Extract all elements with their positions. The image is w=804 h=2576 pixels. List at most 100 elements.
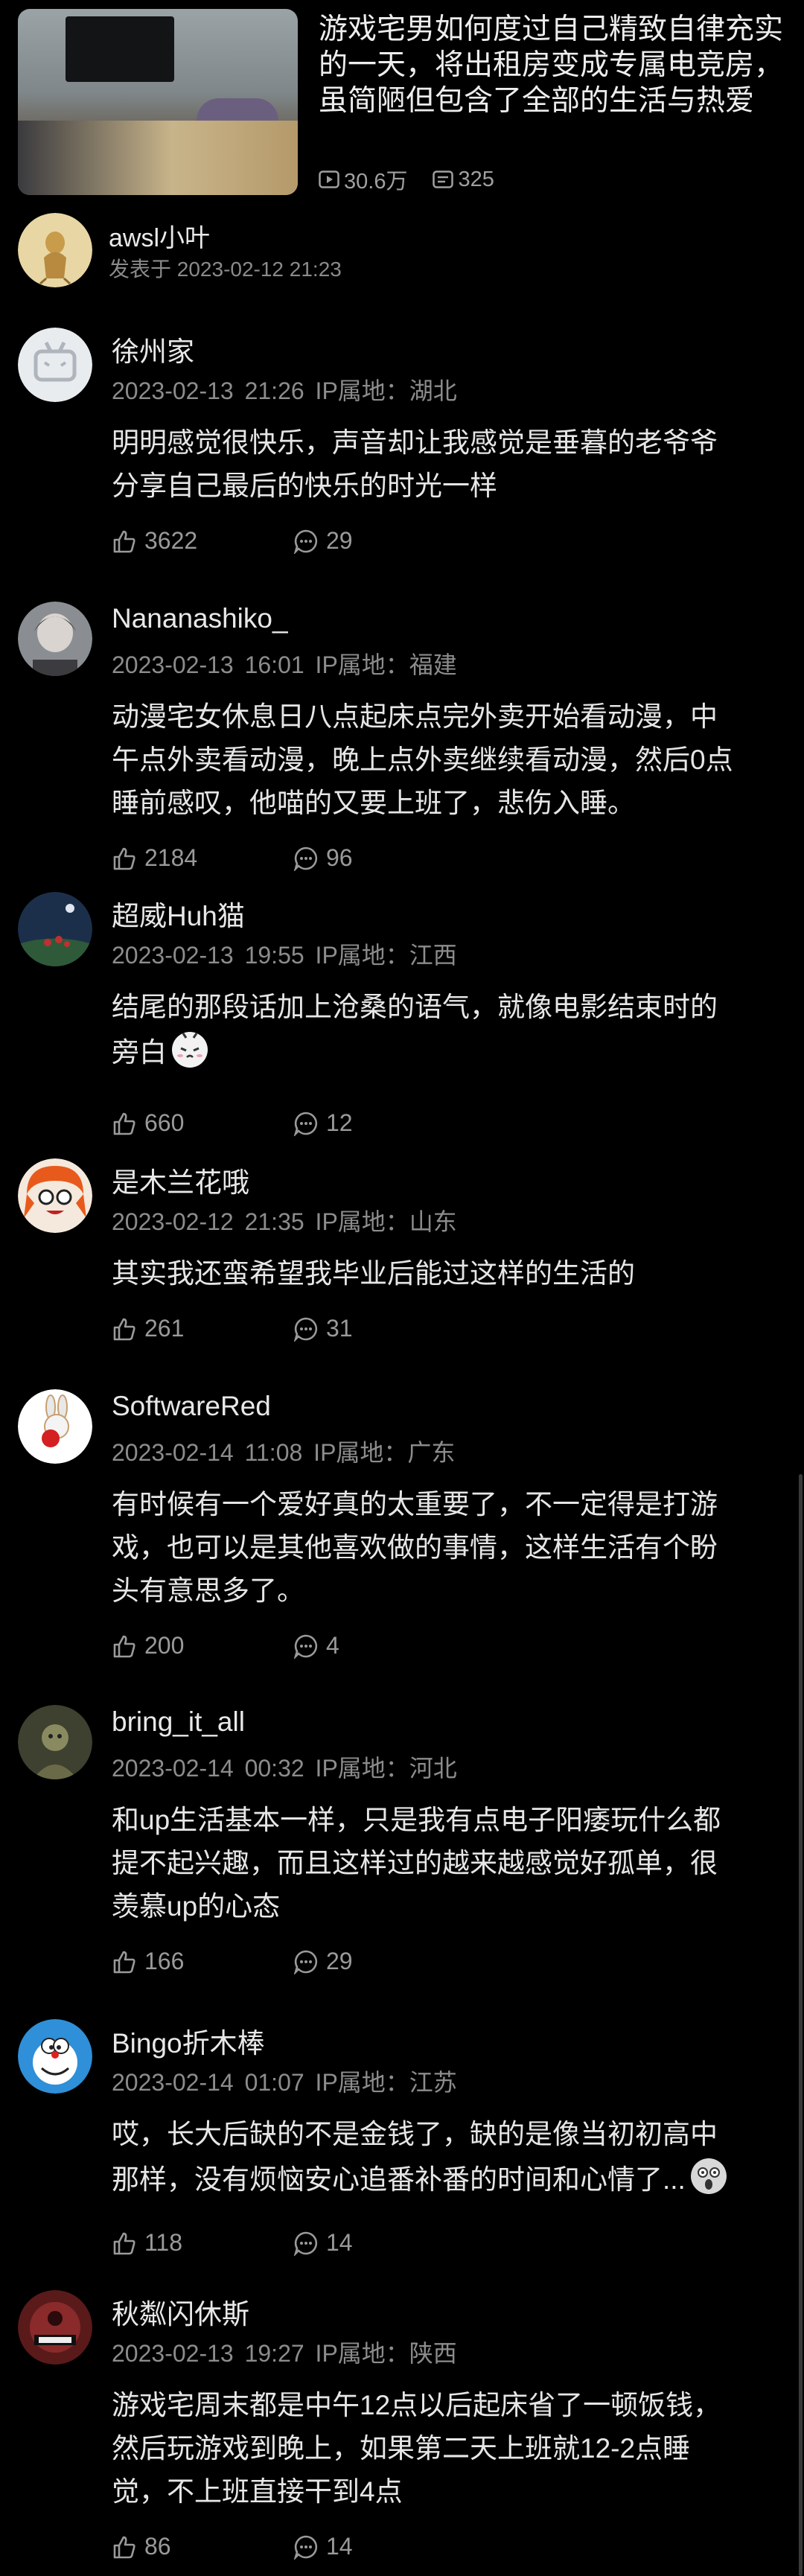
shocked-face-emoji-icon — [690, 2158, 727, 2194]
comment-line: 觉，不上班直接干到4点 — [112, 2476, 403, 2507]
comment-username[interactable]: 秋粼闪休斯 — [112, 2292, 249, 2332]
uploader-row[interactable]: awsl小叶 发表于 2023-02-12 21:23 — [18, 213, 792, 292]
comment-meta: 2023-02-13 16:01 IP属地：福建 — [112, 651, 457, 678]
reply-count: 14 — [326, 2533, 353, 2560]
comment-meta: 2023-02-13 19:27 IP属地：陕西 — [112, 2340, 457, 2367]
reply-count: 29 — [326, 527, 353, 554]
reply-button[interactable]: 96 — [293, 844, 353, 872]
like-button[interactable]: 3622 — [112, 527, 197, 555]
comment-line: 午点外卖看动漫，晚上点外卖继续看动漫，然后0点 — [112, 745, 733, 775]
uploader-avatar[interactable] — [18, 213, 92, 287]
reply-button[interactable]: 4 — [293, 1632, 339, 1660]
comment-actions: 118 14 — [112, 2229, 353, 2257]
scrollbar[interactable] — [799, 1474, 803, 2576]
comment-username[interactable]: bring_it_all — [112, 1706, 245, 1738]
comment-username[interactable]: Nananashiko_ — [112, 603, 288, 634]
reply-bubble-icon — [293, 1112, 318, 1136]
comment-line: 戏，也可以是其他喜欢做的事情，这样生活有个盼 — [112, 1532, 718, 1563]
thumbs-up-icon — [113, 1951, 135, 1973]
like-button[interactable]: 2184 — [112, 844, 197, 872]
reply-bubble-icon — [293, 1634, 318, 1659]
comment-username[interactable]: 是木兰花哦 — [112, 1160, 249, 1200]
reply-button[interactable]: 14 — [293, 2229, 353, 2257]
comment-actions: 3622 29 — [112, 527, 353, 555]
thumbs-up-icon — [113, 2232, 135, 2254]
reply-bubble-icon — [293, 2535, 318, 2560]
like-count: 166 — [144, 1948, 185, 1974]
comment-line: 其实我还蛮希望我毕业后能过这样的生活的 — [112, 1258, 635, 1289]
reply-bubble-icon — [293, 529, 318, 554]
reply-button[interactable]: 31 — [293, 1315, 353, 1342]
comment-actions: 261 31 — [112, 1315, 353, 1342]
thumbs-up-icon — [113, 1635, 135, 1657]
danmaku-count: 325 — [458, 167, 494, 191]
video-thumbnail[interactable] — [18, 9, 298, 195]
comment-line: 哎，长大后缺的不是金钱了，缺的是像当初初高中 — [112, 2119, 718, 2149]
comment-line: 和up生活基本一样，只是我有点电子阳痿玩什么都 — [112, 1805, 721, 1835]
like-button[interactable]: 200 — [112, 1632, 184, 1660]
thumbnail-tv — [66, 16, 174, 82]
comment-username[interactable]: 徐州家 — [112, 329, 194, 369]
views-count: 30.6万 — [344, 170, 408, 194]
reply-button[interactable]: 29 — [293, 527, 353, 555]
comment-text: 明明感觉很快乐，声音却让我感觉是垂暮的老爷爷 分享自己最后的快乐的时光一样 — [112, 421, 782, 508]
user-avatar[interactable] — [18, 2290, 92, 2365]
comment-meta: 2023-02-12 21:35 IP属地：山东 — [112, 1208, 457, 1235]
comment-line: 羡慕up的心态 — [112, 1891, 281, 1922]
video-title[interactable]: 游戏宅男如何度过自己精致自律充实的一天，将出租房变成专属电竞房，虽简陋但包含了全… — [319, 12, 792, 119]
reply-button[interactable]: 12 — [293, 1109, 353, 1137]
reply-button[interactable]: 29 — [293, 1948, 353, 1975]
comment-line: 然后玩游戏到晚上，如果第二天上班就12-2点睡 — [112, 2433, 691, 2464]
user-avatar[interactable] — [18, 892, 92, 966]
user-avatar[interactable] — [18, 328, 92, 402]
comment-username[interactable]: 超威Huh猫 — [112, 893, 245, 934]
reply-count: 31 — [326, 1315, 353, 1342]
play-count-icon — [319, 170, 339, 188]
like-count: 2184 — [144, 844, 198, 871]
comment-line: 那样，没有烦恼安心追番补番的时间和心情了... — [112, 2164, 686, 2195]
comment-actions: 166 29 — [112, 1948, 353, 1975]
danmaku-stat: 325 — [433, 168, 494, 192]
thumbs-up-icon — [113, 1112, 135, 1135]
reply-bubble-icon — [293, 1950, 318, 1974]
comment-meta: 2023-02-13 19:55 IP属地：江西 — [112, 942, 457, 969]
views-stat: 30.6万 — [319, 164, 407, 195]
user-avatar[interactable] — [18, 1389, 92, 1464]
thumbs-up-icon — [113, 2536, 135, 2558]
reply-bubble-icon — [293, 2231, 318, 2256]
like-count: 118 — [144, 2229, 183, 2256]
thumbs-up-icon — [113, 847, 135, 870]
reply-count: 12 — [326, 1109, 353, 1136]
comment-meta: 2023-02-14 00:32 IP属地：河北 — [112, 1755, 457, 1782]
user-avatar[interactable] — [18, 1158, 92, 1233]
like-button[interactable]: 86 — [112, 2533, 171, 2560]
comment-text: 游戏宅周末都是中午12点以后起床省了一顿饭钱， 然后玩游戏到晚上，如果第二天上班… — [112, 2384, 782, 2513]
comment-line: 头有意思多了。 — [112, 1575, 304, 1606]
reply-bubble-icon — [293, 1317, 318, 1342]
like-button[interactable]: 118 — [112, 2229, 182, 2257]
comment-text: 其实我还蛮希望我毕业后能过这样的生活的 — [112, 1252, 782, 1295]
user-avatar[interactable] — [18, 1705, 92, 1779]
reply-count: 14 — [326, 2229, 353, 2256]
reply-button[interactable]: 14 — [293, 2533, 353, 2560]
thumbnail-bed — [18, 121, 298, 195]
uploader-name[interactable]: awsl小叶 — [109, 217, 210, 254]
like-button[interactable]: 261 — [112, 1315, 184, 1342]
thumbs-up-icon — [113, 530, 135, 552]
tv-mascot-emoji-icon — [172, 1032, 208, 1068]
comment-text: 和up生活基本一样，只是我有点电子阳痿玩什么都 提不起兴趣，而且这样过的越来越感… — [112, 1799, 782, 1928]
video-card[interactable]: 游戏宅男如何度过自己精致自律充实的一天，将出租房变成专属电竞房，虽简陋但包含了全… — [18, 9, 792, 198]
comment-actions: 86 14 — [112, 2533, 353, 2560]
comment-username[interactable]: Bingo折木棒 — [112, 2021, 265, 2061]
comment-actions: 200 4 — [112, 1632, 339, 1660]
like-button[interactable]: 660 — [112, 1109, 184, 1137]
comment-actions: 660 12 — [112, 1109, 353, 1137]
reply-count: 29 — [326, 1948, 353, 1974]
upload-date: 发表于 2023-02-12 21:23 — [109, 258, 342, 281]
user-avatar[interactable] — [18, 2019, 92, 2094]
like-button[interactable]: 166 — [112, 1948, 184, 1975]
thumbs-up-icon — [113, 1318, 135, 1340]
comment-username[interactable]: SoftwareRed — [112, 1391, 271, 1422]
user-avatar[interactable] — [18, 602, 92, 676]
comment-text: 动漫宅女休息日八点起床点完外卖开始看动漫，中 午点外卖看动漫，晚上点外卖继续看动… — [112, 695, 782, 825]
